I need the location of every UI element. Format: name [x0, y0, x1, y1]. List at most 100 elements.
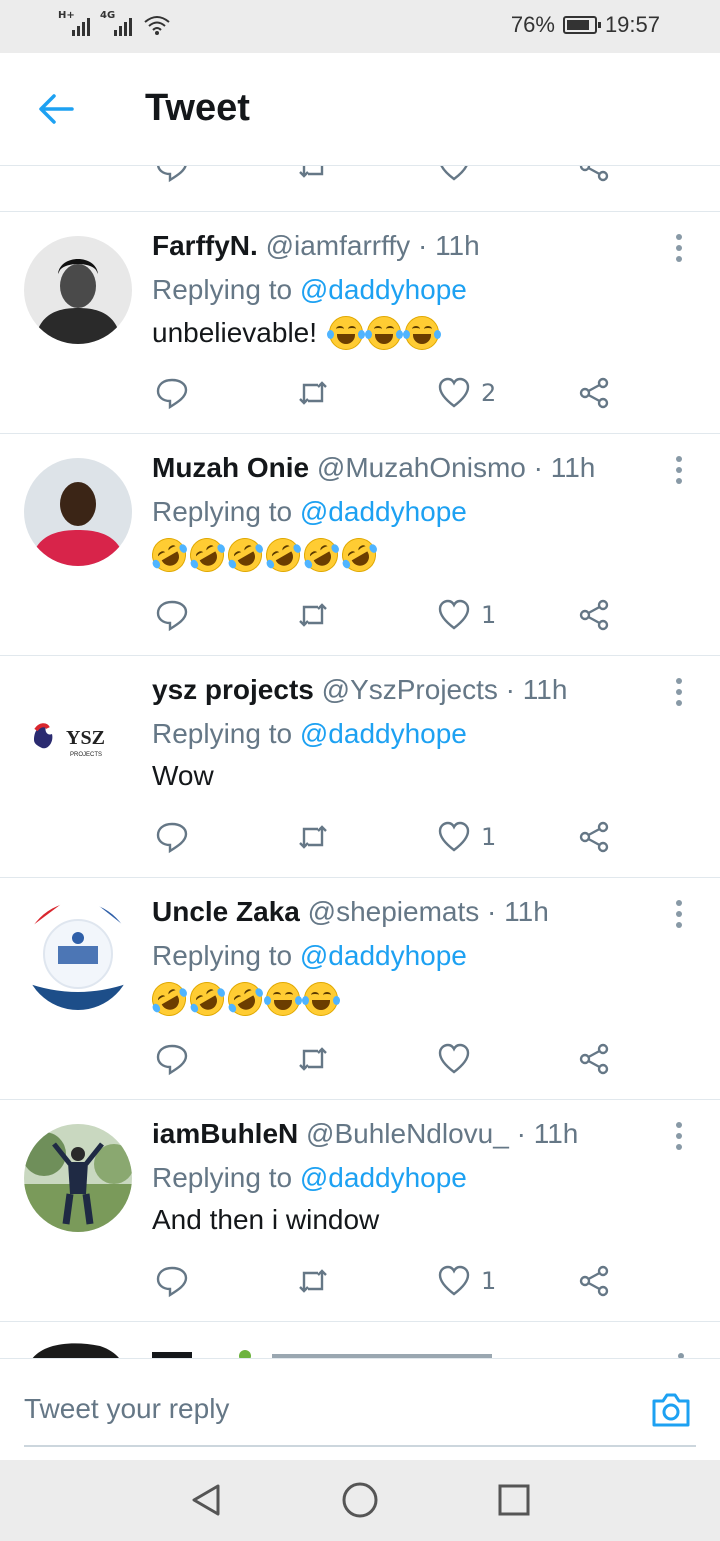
separator: ·: [417, 230, 428, 261]
tweet-item[interactable]: Muzah Onie @MuzahOnismo · 11h Replying t…: [0, 434, 720, 656]
share-icon: [579, 1043, 609, 1075]
like-button[interactable]: 1: [437, 598, 496, 632]
replying-label: Replying to: [152, 1162, 293, 1193]
avatar-logo-text: YSZ: [66, 727, 105, 749]
face-with-tears-of-joy-emoji: [403, 316, 442, 350]
share-button[interactable]: [577, 166, 611, 183]
replying-to: Replying to @daddyhope: [152, 274, 467, 306]
heart-icon: [438, 599, 470, 630]
reply-button[interactable]: [155, 820, 189, 854]
reply-button[interactable]: [155, 598, 189, 632]
share-button[interactable]: [577, 820, 611, 854]
tweet-text: unbelievable!: [152, 316, 442, 350]
rolling-on-floor-laughing-emoji: [221, 975, 269, 1023]
tweet-item[interactable]: Uncle Zaka @shepiemats · 11h Replying to…: [0, 878, 720, 1100]
replying-to-link[interactable]: @daddyhope: [300, 718, 467, 749]
battery-icon: [562, 16, 601, 34]
like-button[interactable]: 2: [437, 376, 496, 410]
replying-to-link[interactable]: @daddyhope: [300, 496, 467, 527]
retweet-icon: [299, 381, 327, 405]
reply-button[interactable]: [155, 376, 189, 410]
heart-icon: [438, 377, 470, 408]
avatar[interactable]: [24, 902, 132, 1010]
retweet-button[interactable]: [296, 1042, 330, 1076]
author-handle[interactable]: @BuhleNdlovu_: [306, 1118, 509, 1149]
signal-indicators: H+ 4G: [58, 10, 172, 36]
tweet-item[interactable]: iamBuhleN @BuhleNdlovu_ · 11h Replying t…: [0, 1100, 720, 1322]
like-button[interactable]: 1: [437, 820, 496, 854]
heart-icon: [438, 1265, 470, 1296]
tweet-item[interactable]: FarffyN. @iamfarrffy · 11h Replying to @…: [0, 212, 720, 434]
avatar[interactable]: YSZ PROJECTS: [24, 680, 132, 788]
camera-icon[interactable]: [650, 1391, 692, 1429]
author-handle[interactable]: @YszProjects: [322, 674, 498, 705]
previous-tweet-actions: [0, 166, 720, 212]
system-navigation-bar: [0, 1460, 720, 1541]
reply-composer: Tweet your reply: [0, 1358, 720, 1460]
tweet-text: Wow: [152, 760, 214, 792]
replying-to-link[interactable]: @daddyhope: [300, 940, 467, 971]
tweet-reply-input[interactable]: Tweet your reply: [24, 1379, 696, 1447]
home-circle-icon[interactable]: [340, 1480, 380, 1520]
author-name[interactable]: FarffyN.: [152, 230, 258, 261]
tweet-item[interactable]: YSZ PROJECTS ysz projects @YszProjects ·…: [0, 656, 720, 878]
author-name[interactable]: Uncle Zaka: [152, 896, 300, 927]
replying-label: Replying to: [152, 718, 293, 749]
share-button[interactable]: [577, 1264, 611, 1298]
retweet-button[interactable]: [296, 376, 330, 410]
tweet-header: Muzah Onie @MuzahOnismo · 11h: [152, 452, 595, 484]
author-name[interactable]: iamBuhleN: [152, 1118, 298, 1149]
like-button[interactable]: 1: [437, 1264, 496, 1298]
share-icon: [579, 166, 609, 182]
rolling-on-floor-laughing-emoji: [297, 531, 345, 579]
next-tweet-partial[interactable]: [0, 1322, 720, 1358]
tweet-header: Uncle Zaka @shepiemats · 11h: [152, 896, 549, 928]
like-count: 1: [481, 1267, 497, 1295]
replying-label: Replying to: [152, 496, 293, 527]
rolling-on-floor-laughing-emoji: [145, 975, 193, 1023]
back-triangle-icon[interactable]: [186, 1480, 226, 1520]
heart-icon: [438, 821, 470, 852]
more-options-icon[interactable]: [676, 234, 684, 264]
retweet-button[interactable]: [296, 1264, 330, 1298]
reply-button[interactable]: [155, 1264, 189, 1298]
avatar[interactable]: [24, 236, 132, 344]
rolling-on-floor-laughing-emoji: [145, 531, 193, 579]
retweet-button[interactable]: [296, 820, 330, 854]
share-button[interactable]: [577, 598, 611, 632]
author-handle[interactable]: @shepiemats: [308, 896, 480, 927]
clock: 19:57: [604, 12, 660, 37]
separator: ·: [516, 1118, 526, 1149]
more-options-icon[interactable]: [676, 1122, 684, 1152]
heart-icon: [440, 166, 468, 181]
like-button[interactable]: [437, 1042, 481, 1076]
replying-to-link[interactable]: @daddyhope: [300, 274, 467, 305]
author-name[interactable]: ysz projects: [152, 674, 314, 705]
avatar[interactable]: [24, 458, 132, 566]
share-button[interactable]: [577, 1042, 611, 1076]
like-button[interactable]: [437, 166, 471, 183]
tweet-time: 11h: [550, 452, 596, 483]
reply-button[interactable]: [155, 1042, 189, 1076]
reply-icon: [156, 378, 188, 410]
author-handle[interactable]: @iamfarrffy: [266, 230, 411, 261]
author-handle[interactable]: @MuzahOnismo: [317, 452, 526, 483]
app-header: Tweet: [0, 53, 720, 166]
share-button[interactable]: [577, 376, 611, 410]
tweet-text: And then i window: [152, 1204, 379, 1236]
reply-button[interactable]: [155, 166, 189, 183]
more-options-icon[interactable]: [676, 456, 684, 486]
avatar[interactable]: [24, 1124, 132, 1232]
tweet-header: ysz projects @YszProjects · 11h: [152, 674, 567, 706]
more-options-icon[interactable]: [676, 678, 684, 708]
more-options-icon[interactable]: [676, 900, 684, 930]
retweet-button[interactable]: [296, 598, 330, 632]
recents-square-icon[interactable]: [494, 1480, 534, 1520]
retweet-button[interactable]: [296, 166, 330, 183]
author-name[interactable]: Muzah Onie: [152, 452, 309, 483]
replying-label: Replying to: [152, 274, 293, 305]
reply-icon: [156, 822, 188, 854]
arrow-left-icon[interactable]: [36, 91, 76, 127]
replying-to-link[interactable]: @daddyhope: [300, 1162, 467, 1193]
retweet-icon: [299, 166, 324, 178]
